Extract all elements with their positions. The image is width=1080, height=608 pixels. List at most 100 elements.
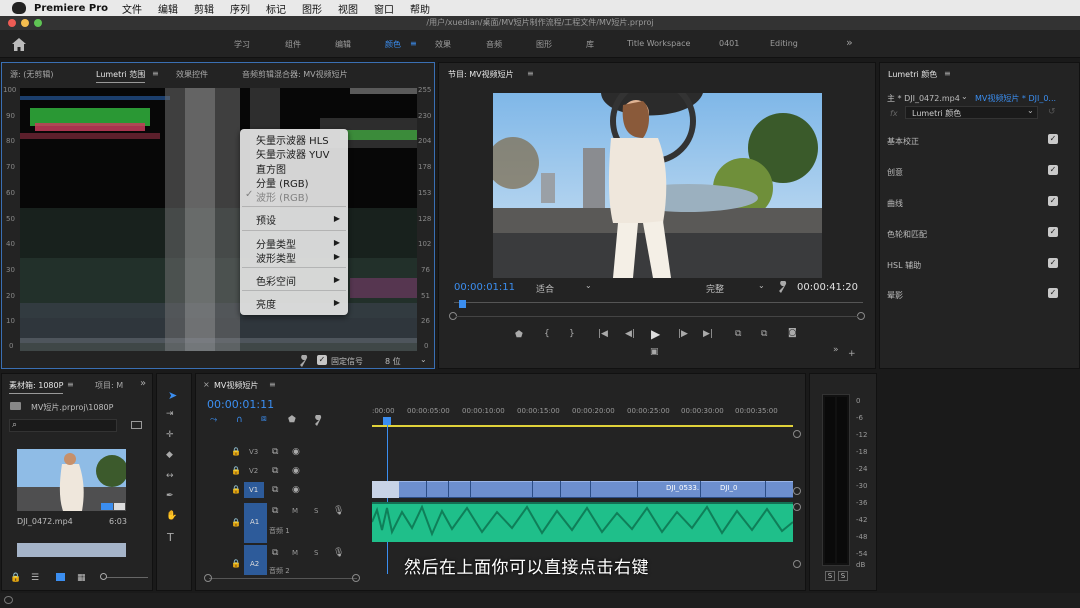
vertical-zoom-handle[interactable] <box>793 503 801 511</box>
bit-depth-select[interactable]: 8 位 <box>385 356 401 367</box>
track-v2[interactable]: V2 <box>249 467 258 475</box>
snap-icon[interactable]: ⤳ <box>210 415 217 425</box>
sync-lock-icon[interactable]: ⧉ <box>272 506 278 516</box>
track-select-tool-icon[interactable]: ⇥ <box>166 409 174 419</box>
section-color-wheels[interactable]: 色轮和匹配 <box>887 229 927 240</box>
video-clip[interactable] <box>372 481 399 498</box>
vignette-checkbox[interactable]: ✓ <box>1048 288 1058 298</box>
eye-icon[interactable]: ◉ <box>292 447 300 457</box>
scroll-handle[interactable] <box>352 574 360 582</box>
timeline-scrollbar[interactable] <box>209 578 357 579</box>
sync-lock-icon[interactable]: ⧉ <box>272 485 278 495</box>
search-input[interactable] <box>9 419 117 432</box>
creative-checkbox[interactable]: ✓ <box>1048 165 1058 175</box>
chevron-down-icon[interactable]: ⌄ <box>420 355 427 364</box>
color-wheels-checkbox[interactable]: ✓ <box>1048 227 1058 237</box>
solo-right-button[interactable]: S <box>838 571 848 581</box>
zoom-bar[interactable] <box>456 316 858 317</box>
workspace-editing[interactable]: Editing <box>770 39 798 48</box>
fit-select[interactable]: 适合 <box>536 282 554 295</box>
add-marker-icon[interactable]: ⬟ <box>288 415 296 425</box>
work-area-bar[interactable] <box>372 425 793 427</box>
workspace-effects[interactable]: 效果 <box>435 39 451 50</box>
slip-tool-icon[interactable]: ↔ <box>166 471 174 481</box>
wrench-icon[interactable] <box>777 281 789 293</box>
workspace-overflow-icon[interactable]: » <box>846 36 853 49</box>
menu-sequence[interactable]: 序列 <box>230 1 250 16</box>
clamp-signal-checkbox[interactable]: ✓ <box>317 355 327 365</box>
track-v3[interactable]: V3 <box>249 448 258 456</box>
program-monitor-title[interactable]: 节目: MV视频短片 <box>448 69 514 82</box>
track-a2[interactable]: A2 <box>250 560 259 568</box>
type-tool-icon[interactable]: T <box>167 531 174 544</box>
menu-item-parade-type[interactable]: 分量类型 <box>256 236 296 251</box>
zoom-handle[interactable] <box>857 312 865 320</box>
tab-audio-clip-mixer[interactable]: 音频剪辑混合器: MV视频短片 <box>242 69 348 80</box>
mark-out-icon[interactable]: } <box>569 329 575 339</box>
tab-lumetri-scopes[interactable]: Lumetri 范围 <box>96 69 146 83</box>
lock-icon[interactable]: 🔒 <box>231 559 241 568</box>
chevron-down-icon[interactable]: ⌄ <box>961 92 968 101</box>
workspace-learn[interactable]: 学习 <box>234 39 250 50</box>
panel-menu-icon[interactable]: ≡ <box>527 69 534 78</box>
solo-button[interactable]: S <box>314 507 318 515</box>
mute-button[interactable]: M <box>292 549 298 557</box>
workspace-editing-cn[interactable]: 编辑 <box>335 39 351 50</box>
sync-lock-icon[interactable]: ⧉ <box>272 548 278 558</box>
timeline-timecode[interactable]: 00:00:01:11 <box>207 398 274 411</box>
tab-bin[interactable]: 素材箱: 1080P <box>9 380 64 394</box>
menu-item-presets[interactable]: 预设 <box>256 212 276 227</box>
menu-item-brightness[interactable]: 亮度 <box>256 296 276 311</box>
magnet-icon[interactable]: ∩ <box>236 415 243 425</box>
wrench-icon[interactable] <box>298 355 310 367</box>
playhead-marker[interactable] <box>459 300 466 308</box>
track-v1[interactable]: V1 <box>249 486 258 494</box>
a1-audio-clip[interactable] <box>372 502 793 542</box>
menu-item-color-space[interactable]: 色彩空间 <box>256 273 296 288</box>
solo-button[interactable]: S <box>314 549 318 557</box>
zoom-slider-handle[interactable] <box>100 573 107 580</box>
section-hsl-secondary[interactable]: HSL 辅助 <box>887 260 921 271</box>
pen-tool-icon[interactable]: ✒ <box>166 491 174 501</box>
clip-thumbnail-2[interactable] <box>17 543 126 557</box>
program-timecode[interactable]: 00:00:01:11 <box>454 282 515 293</box>
overflow-icon[interactable]: » <box>140 378 146 389</box>
button-editor-icon[interactable]: ▣ <box>650 347 659 357</box>
eye-icon[interactable]: ◉ <box>292 466 300 476</box>
hand-tool-icon[interactable]: ✋ <box>166 511 177 521</box>
reset-icon[interactable]: ↺ <box>1048 107 1056 117</box>
section-curves[interactable]: 曲线 <box>887 198 903 209</box>
minimize-window-button[interactable] <box>21 19 29 27</box>
add-icon[interactable]: + <box>848 349 856 359</box>
play-icon[interactable]: ▶ <box>651 327 660 341</box>
eye-icon[interactable]: ◉ <box>292 485 300 495</box>
sequence-clip-label[interactable]: MV视频短片 * DJI_0... <box>975 93 1056 104</box>
microphone-icon[interactable]: 🎙 <box>333 506 344 516</box>
program-scrubber-track[interactable] <box>454 302 863 303</box>
chevron-down-icon[interactable]: ⌄ <box>1027 106 1034 115</box>
menu-clip[interactable]: 剪辑 <box>194 1 214 16</box>
lock-icon[interactable]: 🔒 <box>231 518 241 527</box>
vertical-zoom-handle[interactable] <box>793 430 801 438</box>
workspace-graphics[interactable]: 图形 <box>536 39 552 50</box>
section-creative[interactable]: 创意 <box>887 167 903 178</box>
scroll-handle[interactable] <box>204 574 212 582</box>
insert-icon[interactable]: ⧉ <box>735 329 741 339</box>
linked-selection-icon[interactable]: ⧈ <box>261 414 267 424</box>
chevron-down-icon[interactable]: ⌄ <box>585 281 592 290</box>
panel-menu-icon[interactable]: ≡ <box>67 380 74 389</box>
tab-source[interactable]: 源: (无剪辑) <box>10 69 53 80</box>
menu-file[interactable]: 文件 <box>122 1 142 16</box>
lock-icon[interactable]: 🔒 <box>231 485 241 494</box>
workspace-menu-icon[interactable]: ≡ <box>410 39 417 48</box>
menu-marker[interactable]: 标记 <box>266 1 286 16</box>
step-forward-icon[interactable]: |▶ <box>678 329 688 339</box>
sync-lock-icon[interactable]: ⧉ <box>272 466 278 476</box>
menu-view[interactable]: 视图 <box>338 1 358 16</box>
sync-lock-icon[interactable]: ⧉ <box>272 447 278 457</box>
microphone-icon[interactable]: 🎙 <box>333 548 344 558</box>
go-to-out-icon[interactable]: ▶| <box>703 329 713 339</box>
home-icon[interactable] <box>12 38 26 51</box>
menu-item-waveform-rgb[interactable]: 波形 (RGB) <box>256 189 309 204</box>
zoom-window-button[interactable] <box>34 19 42 27</box>
